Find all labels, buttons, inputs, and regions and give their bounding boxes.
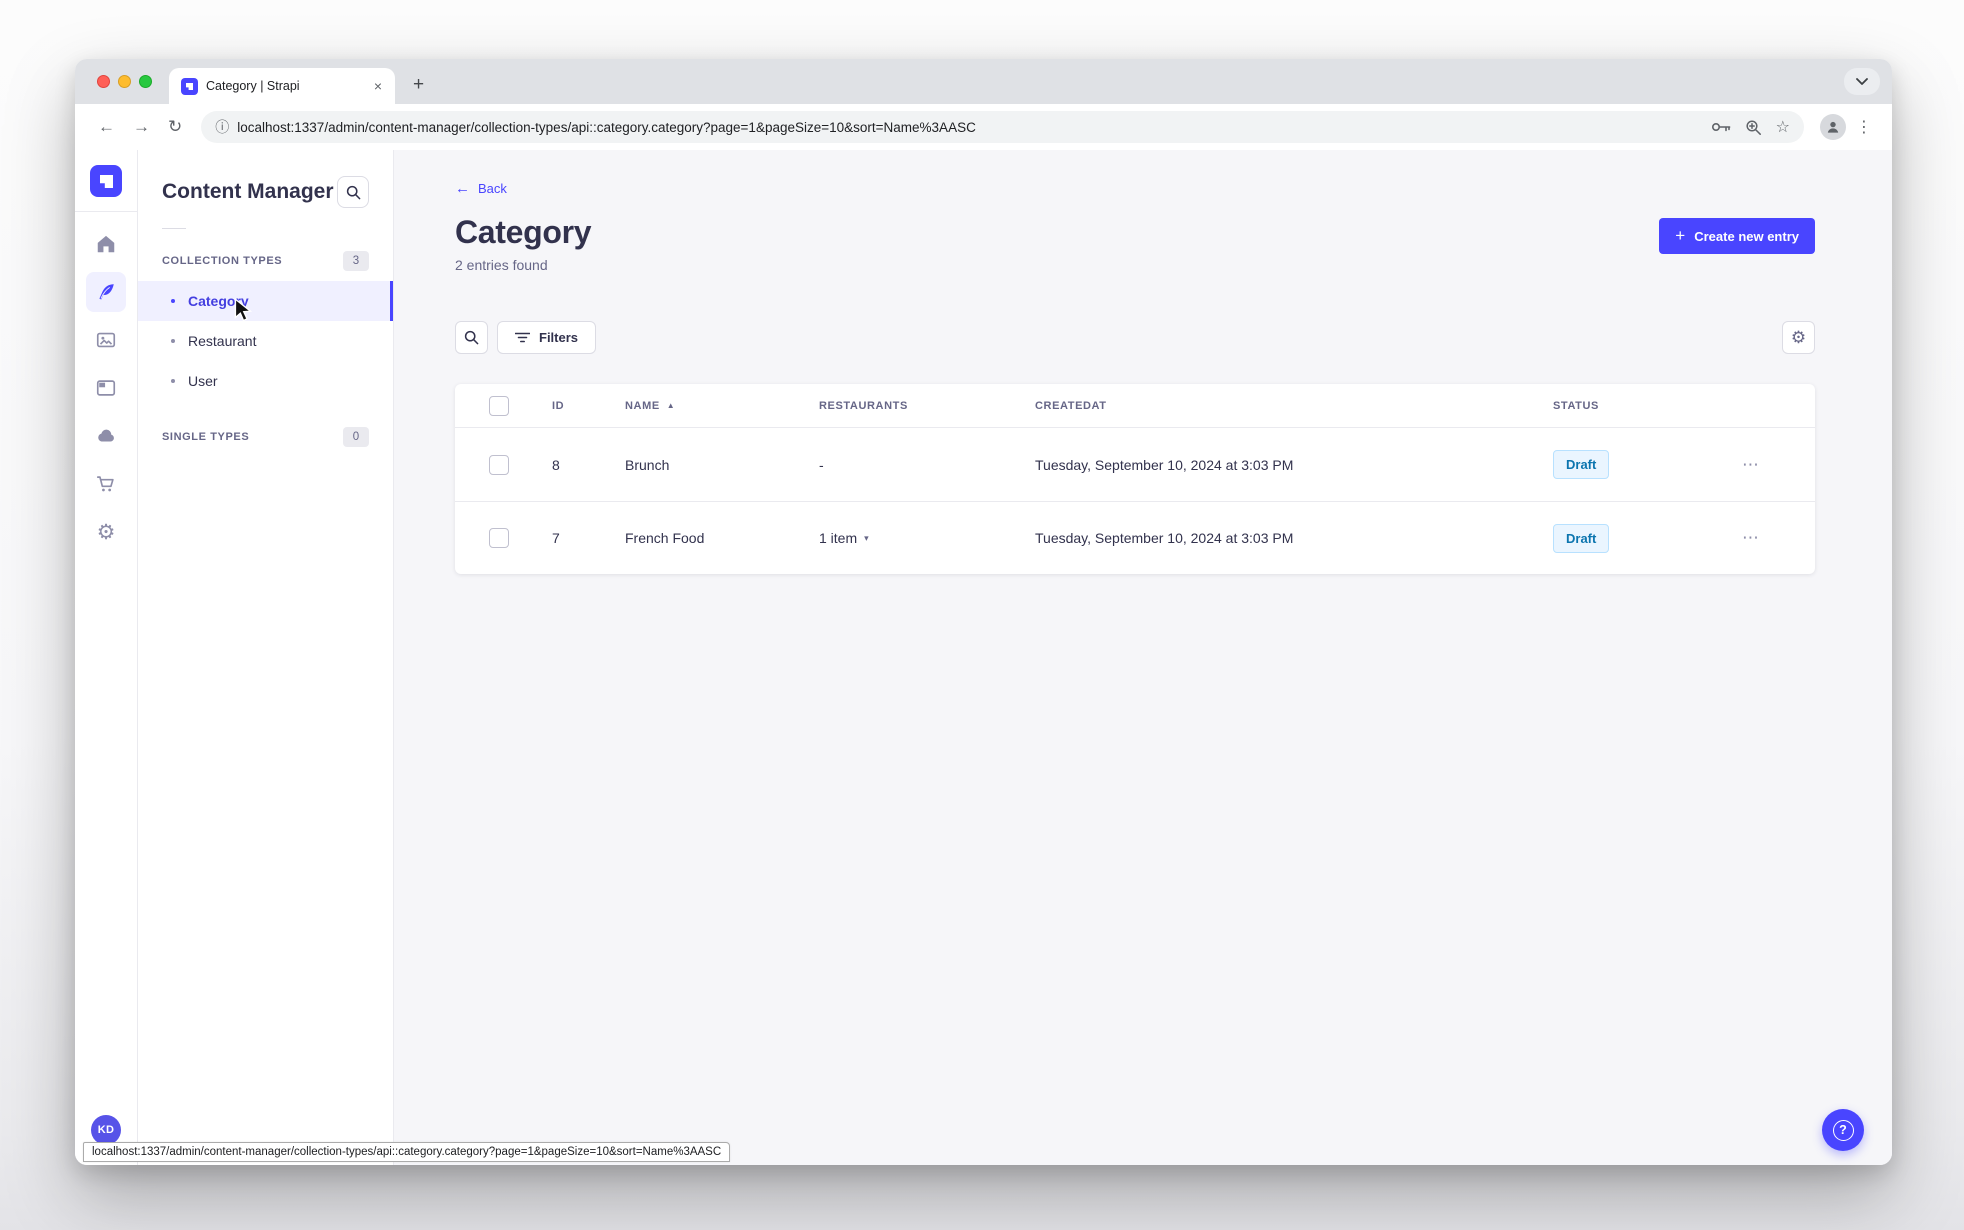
url-bar[interactable]: ⓘ localhost:1337/admin/content-manager/c…	[201, 111, 1804, 143]
url-text[interactable]: localhost:1337/admin/content-manager/col…	[237, 120, 1694, 135]
row-checkbox[interactable]	[489, 528, 509, 548]
content-manager-panel: Content Manager COLLECTION TYPES 3 Categ…	[138, 150, 394, 1165]
site-info-icon[interactable]: ⓘ	[215, 117, 229, 137]
traffic-lights	[97, 75, 152, 88]
password-key-icon[interactable]	[1711, 120, 1731, 134]
tab-search-chevron-icon[interactable]	[1844, 68, 1880, 95]
back-icon[interactable]: ←	[89, 113, 124, 141]
reload-icon[interactable]: ↻	[159, 113, 191, 141]
bookmark-star-icon[interactable]: ☆	[1776, 117, 1790, 137]
nav-rail-items: ⚙	[86, 224, 126, 552]
entries-table: ID NAME ▲ RESTAURANTS CREATEDAT STATUS 8…	[455, 384, 1815, 574]
close-tab-icon[interactable]: ×	[371, 78, 385, 94]
cell-status: Draft	[1553, 523, 1723, 553]
filters-button[interactable]: Filters	[497, 321, 597, 354]
strapi-app: ⚙ KD Content Manager COLLECTION TYPES 3 …	[75, 150, 1892, 1165]
cell-createdat: Tuesday, September 10, 2024 at 3:03 PM	[1035, 530, 1294, 546]
minimize-window-button[interactable]	[118, 75, 131, 88]
forward-icon[interactable]: →	[124, 113, 159, 141]
collection-types-label: COLLECTION TYPES	[162, 255, 283, 267]
table-row[interactable]: 7 French Food 1 item ▾ Tuesday, Septembe…	[455, 501, 1815, 574]
sidebar-item-label: Category	[188, 293, 249, 309]
panel-search-button[interactable]	[337, 176, 369, 208]
cell-id: 8	[552, 456, 560, 473]
row-menu-icon[interactable]: ⋯	[1742, 528, 1760, 548]
list-controls: Filters ⚙	[455, 321, 1815, 354]
sidebar-item-user[interactable]: User	[138, 361, 393, 401]
browser-toolbar: ← → ↻ ⓘ localhost:1337/admin/content-man…	[75, 104, 1892, 150]
question-mark-icon: ?	[1832, 1119, 1854, 1141]
sort-asc-icon: ▲	[666, 401, 676, 410]
plus-icon: +	[1675, 226, 1686, 245]
cell-status: Draft	[1553, 450, 1723, 479]
column-header-status[interactable]: STATUS	[1553, 400, 1723, 412]
status-badge: Draft	[1553, 523, 1610, 553]
cloud-icon[interactable]	[86, 416, 126, 456]
browser-window: Category | Strapi × + ← → ↻ ⓘ localhost:…	[75, 59, 1892, 1165]
sidebar-item-restaurant[interactable]: Restaurant	[138, 321, 393, 361]
cell-name: French Food	[625, 530, 705, 546]
main-content: ← Back Category 2 entries found + Create…	[394, 150, 1892, 1165]
tab-strip: Category | Strapi × +	[75, 59, 1892, 104]
sidebar-item-label: User	[188, 373, 218, 389]
chevron-down-icon: ▾	[864, 532, 869, 543]
cell-createdat: Tuesday, September 10, 2024 at 3:03 PM	[1035, 456, 1294, 473]
sidebar-item-label: Restaurant	[188, 333, 257, 349]
panel-divider	[162, 228, 186, 229]
settings-gear-icon[interactable]: ⚙	[86, 512, 126, 552]
strapi-favicon-icon	[181, 77, 198, 95]
strapi-logo-wrap	[75, 150, 137, 212]
view-settings-gear-icon[interactable]: ⚙	[1782, 321, 1815, 354]
user-avatar[interactable]: KD	[91, 1115, 121, 1145]
create-new-entry-button[interactable]: + Create new entry	[1659, 218, 1815, 254]
panel-title: Content Manager	[162, 180, 334, 203]
page-title: Category	[455, 214, 592, 250]
select-all-checkbox[interactable]	[489, 395, 509, 416]
collection-types-count-badge: 3	[343, 251, 369, 271]
entries-count: 2 entries found	[455, 257, 548, 273]
cell-id: 7	[552, 530, 560, 546]
column-header-createdat[interactable]: CREATEDAT	[1035, 400, 1553, 412]
new-tab-button[interactable]: +	[407, 74, 430, 96]
table-header-row: ID NAME ▲ RESTAURANTS CREATEDAT STATUS	[455, 384, 1815, 428]
profile-avatar-icon[interactable]	[1820, 114, 1846, 140]
help-button[interactable]: ?	[1822, 1109, 1864, 1151]
browser-tab[interactable]: Category | Strapi ×	[169, 68, 395, 104]
media-library-icon[interactable]	[86, 320, 126, 360]
row-checkbox[interactable]	[489, 454, 509, 475]
home-icon[interactable]	[86, 224, 126, 264]
url-bar-actions: ☆	[1711, 117, 1790, 137]
sidebar-item-category[interactable]: Category	[138, 281, 393, 321]
zoom-icon[interactable]	[1745, 119, 1762, 136]
single-types-label: SINGLE TYPES	[162, 431, 250, 443]
cell-restaurants[interactable]: 1 item ▾	[819, 530, 1035, 546]
bullet-icon	[171, 339, 175, 343]
cell-restaurants: -	[819, 456, 824, 473]
zoom-window-button[interactable]	[139, 75, 152, 88]
single-types-count-badge: 0	[343, 427, 369, 447]
browser-menu-icon[interactable]: ⋮	[1850, 117, 1878, 137]
filter-icon	[515, 332, 530, 343]
row-menu-icon[interactable]: ⋯	[1742, 455, 1760, 475]
back-arrow-icon: ←	[455, 180, 470, 197]
column-header-id[interactable]: ID	[552, 400, 625, 412]
tab-title: Category | Strapi	[206, 79, 300, 93]
close-window-button[interactable]	[97, 75, 110, 88]
bullet-icon	[171, 379, 175, 383]
column-header-restaurants[interactable]: RESTAURANTS	[819, 400, 1035, 412]
strapi-logo-icon[interactable]	[90, 165, 122, 197]
back-link[interactable]: ← Back	[455, 180, 507, 197]
table-row[interactable]: 8 Brunch - Tuesday, September 10, 2024 a…	[455, 428, 1815, 501]
status-badge: Draft	[1553, 450, 1610, 479]
content-manager-icon[interactable]	[86, 272, 126, 312]
link-status-bar: localhost:1337/admin/content-manager/col…	[83, 1142, 731, 1162]
search-button[interactable]	[455, 321, 488, 354]
bullet-icon	[171, 299, 175, 303]
column-header-name[interactable]: NAME ▲	[625, 400, 819, 412]
marketplace-cart-icon[interactable]	[86, 464, 126, 504]
content-type-builder-icon[interactable]	[86, 368, 126, 408]
nav-rail: ⚙ KD	[75, 150, 138, 1165]
cell-name: Brunch	[625, 456, 670, 473]
